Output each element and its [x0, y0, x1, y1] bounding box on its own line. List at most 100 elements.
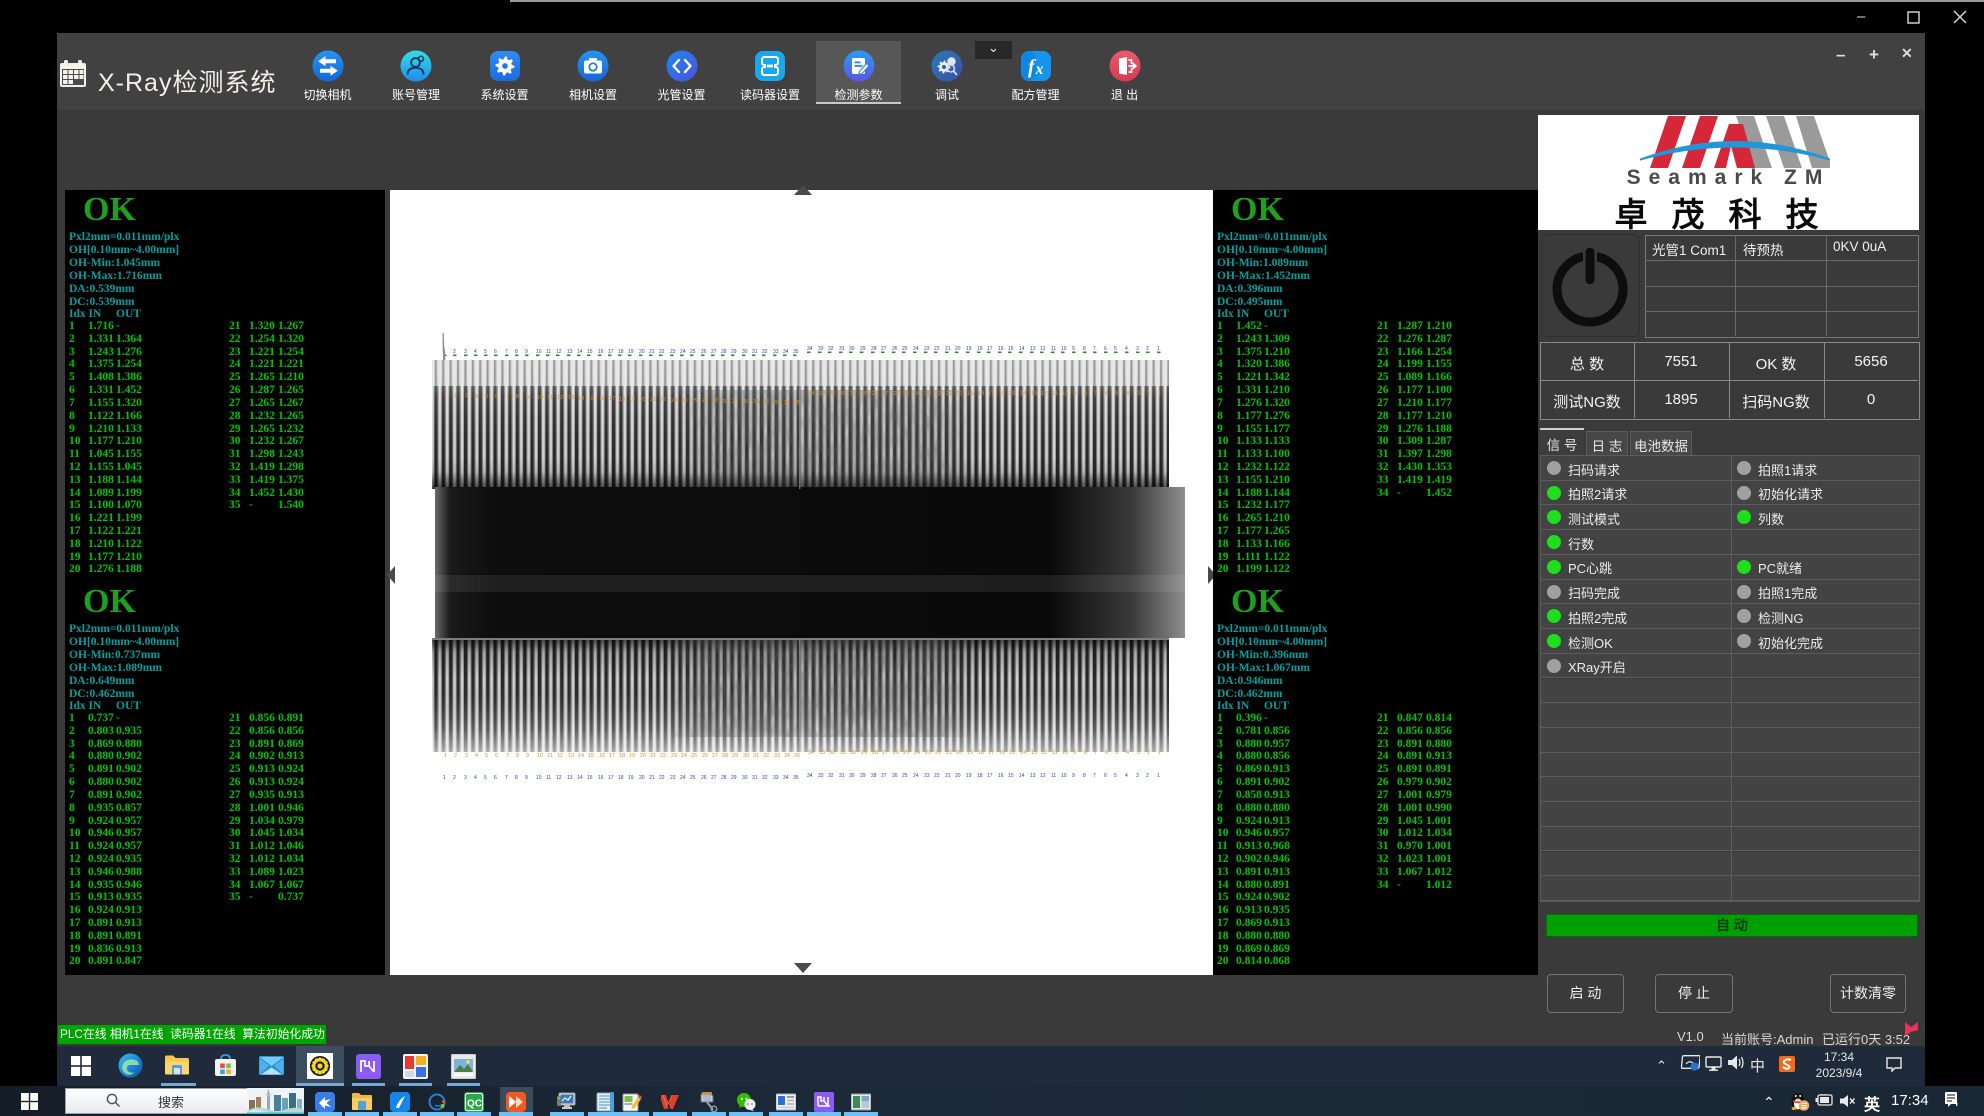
svg-text:5: 5 — [484, 775, 487, 781]
svg-text:9: 9 — [1072, 773, 1075, 779]
svg-text:4: 4 — [1125, 773, 1128, 779]
svg-text:9: 9 — [525, 349, 528, 355]
svg-text:31: 31 — [752, 775, 758, 781]
svg-text:25: 25 — [690, 775, 696, 781]
svg-text:9: 9 — [1073, 391, 1076, 397]
svg-text:6: 6 — [495, 394, 498, 400]
svg-text:5: 5 — [1115, 750, 1118, 756]
svg-text:12: 12 — [1041, 750, 1047, 756]
svg-text:27: 27 — [712, 398, 718, 404]
svg-text:21: 21 — [946, 391, 952, 397]
svg-text:1: 1 — [444, 393, 447, 399]
svg-text:11: 11 — [1051, 346, 1056, 352]
svg-text:15: 15 — [587, 775, 593, 781]
svg-text:29: 29 — [861, 750, 867, 756]
svg-text:1: 1 — [1157, 346, 1160, 352]
svg-text:14: 14 — [1019, 346, 1025, 352]
svg-text:33: 33 — [819, 750, 825, 756]
svg-text:15: 15 — [588, 753, 594, 759]
svg-text:1: 1 — [444, 753, 447, 759]
svg-text:28: 28 — [872, 750, 878, 756]
svg-text:7: 7 — [506, 394, 509, 400]
svg-text:27: 27 — [881, 346, 887, 352]
svg-text:12: 12 — [557, 753, 563, 759]
svg-text:23: 23 — [924, 346, 930, 352]
svg-text:34: 34 — [783, 775, 789, 781]
svg-text:13: 13 — [567, 349, 573, 355]
svg-text:11: 11 — [1052, 391, 1058, 397]
svg-text:5: 5 — [1114, 773, 1117, 779]
svg-text:17: 17 — [988, 391, 994, 397]
svg-text:29: 29 — [860, 773, 866, 779]
svg-text:21: 21 — [650, 397, 656, 403]
svg-text:7: 7 — [1093, 773, 1096, 779]
svg-text:6: 6 — [1105, 391, 1108, 397]
svg-text:18: 18 — [978, 750, 984, 756]
svg-text:2: 2 — [453, 775, 456, 781]
svg-text:32: 32 — [763, 399, 769, 405]
svg-text:16: 16 — [998, 346, 1004, 352]
svg-text:14: 14 — [578, 396, 584, 402]
svg-text:14: 14 — [1019, 773, 1025, 779]
svg-text:24: 24 — [680, 775, 686, 781]
svg-text:27: 27 — [711, 775, 717, 781]
svg-text:27: 27 — [711, 349, 717, 355]
svg-text:13: 13 — [1030, 773, 1036, 779]
svg-text:7: 7 — [505, 349, 508, 355]
svg-text:34: 34 — [807, 773, 813, 779]
svg-text:32: 32 — [828, 773, 834, 779]
svg-text:29: 29 — [732, 399, 738, 405]
svg-text:15: 15 — [588, 396, 594, 402]
svg-text:13: 13 — [568, 395, 574, 401]
svg-text:31: 31 — [840, 750, 846, 756]
svg-text:30: 30 — [743, 753, 749, 759]
svg-text:4: 4 — [474, 775, 477, 781]
svg-text:30: 30 — [743, 399, 749, 405]
svg-text:11: 11 — [547, 395, 553, 401]
svg-text:31: 31 — [752, 349, 758, 355]
svg-text:14: 14 — [578, 753, 584, 759]
svg-text:18: 18 — [977, 773, 983, 779]
svg-text:24: 24 — [914, 391, 920, 397]
svg-text:13: 13 — [1031, 391, 1037, 397]
svg-text:27: 27 — [882, 750, 888, 756]
svg-text:12: 12 — [1041, 391, 1047, 397]
svg-text:24: 24 — [913, 346, 919, 352]
svg-text:32: 32 — [828, 346, 834, 352]
svg-text:15: 15 — [1009, 391, 1015, 397]
svg-text:14: 14 — [577, 775, 583, 781]
svg-text:10: 10 — [1061, 773, 1067, 779]
svg-text:34: 34 — [807, 346, 813, 352]
svg-text:10: 10 — [1062, 750, 1068, 756]
svg-text:11: 11 — [547, 753, 553, 759]
svg-text:x: x — [1034, 61, 1043, 78]
svg-text:15: 15 — [1009, 750, 1015, 756]
svg-text:20: 20 — [956, 750, 962, 756]
svg-text:7: 7 — [1093, 346, 1096, 352]
svg-text:30: 30 — [850, 391, 856, 397]
svg-text:16: 16 — [999, 750, 1005, 756]
svg-text:1: 1 — [1158, 750, 1161, 756]
svg-text:13: 13 — [1031, 750, 1037, 756]
svg-text:17: 17 — [608, 349, 614, 355]
svg-text:10: 10 — [536, 775, 542, 781]
svg-text:22: 22 — [659, 349, 665, 355]
svg-text:16: 16 — [999, 391, 1005, 397]
svg-text:4: 4 — [1126, 750, 1129, 756]
svg-text:28: 28 — [871, 773, 877, 779]
svg-text:17: 17 — [987, 773, 993, 779]
svg-text:2: 2 — [1146, 773, 1149, 779]
svg-text:8: 8 — [515, 349, 518, 355]
svg-text:17: 17 — [987, 346, 993, 352]
svg-text:22: 22 — [659, 775, 665, 781]
svg-text:9: 9 — [526, 753, 529, 759]
svg-text:33: 33 — [774, 753, 780, 759]
svg-text:31: 31 — [839, 346, 845, 352]
svg-text:12: 12 — [556, 349, 562, 355]
svg-text:35: 35 — [794, 753, 800, 759]
svg-text:27: 27 — [882, 391, 888, 397]
svg-text:32: 32 — [763, 753, 769, 759]
svg-text:3: 3 — [464, 775, 467, 781]
svg-text:6: 6 — [495, 753, 498, 759]
svg-text:22: 22 — [935, 750, 941, 756]
